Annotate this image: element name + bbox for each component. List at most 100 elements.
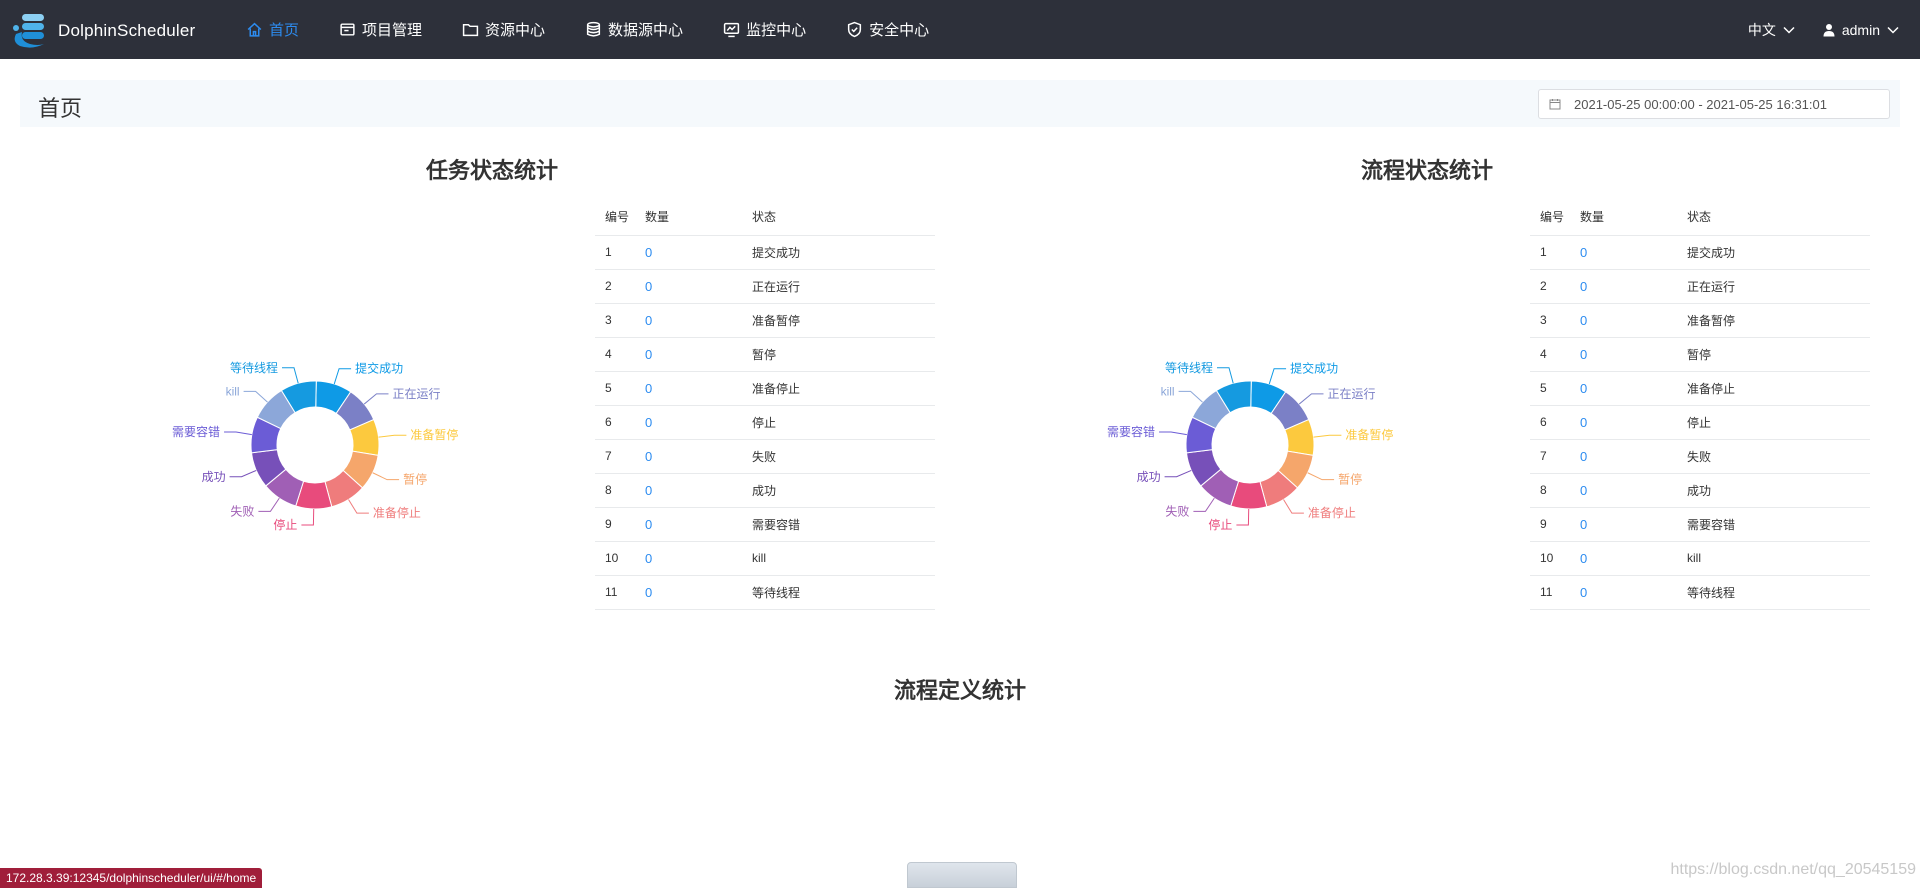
row-id-cell: 11 <box>595 575 635 610</box>
table-row: 5 0 准备停止 <box>1530 371 1870 406</box>
nav-item-label: 安全中心 <box>869 22 930 39</box>
row-count-link[interactable]: 0 <box>1570 337 1677 372</box>
nav-item-label: 首页 <box>269 22 300 39</box>
process-state-title: 流程状态统计 <box>1360 158 1493 183</box>
status-url: 172.28.3.39:12345/dolphinscheduler/ui/#/… <box>0 868 263 888</box>
row-count-link[interactable]: 0 <box>1570 473 1677 508</box>
row-state-cell: 需要容错 <box>742 507 935 542</box>
row-state-cell: 停止 <box>1677 405 1870 440</box>
row-state-cell: kill <box>1677 541 1870 576</box>
row-count-link[interactable]: 0 <box>635 507 742 542</box>
pie-leader-line <box>1268 368 1287 385</box>
row-state-cell: 暂停 <box>742 337 935 372</box>
pie-label: 成功 <box>1137 470 1161 484</box>
chevron-down-icon <box>1783 26 1795 34</box>
pie-leader-line <box>224 431 252 436</box>
nav-item-project[interactable]: 项目管理 <box>339 0 422 59</box>
folder-icon <box>462 23 479 37</box>
date-range-value: 2021-05-25 00:00:00 - 2021-05-25 16:31:0… <box>1574 96 1827 112</box>
column-header-state: 状态 <box>1677 199 1870 236</box>
column-header-id: 编号 <box>1530 199 1570 236</box>
user-dropdown[interactable]: admin <box>1822 22 1900 38</box>
nav-item-security[interactable]: 安全中心 <box>846 0 929 59</box>
row-state-cell: 暂停 <box>1677 337 1870 372</box>
top-navbar: DolphinScheduler 首页 项目管理 资源中心 数据源中心 监控中心… <box>0 0 1920 59</box>
table-row: 10 0 kill <box>595 541 935 576</box>
row-count-link[interactable]: 0 <box>635 235 742 270</box>
language-dropdown[interactable]: 中文 <box>1748 20 1796 40</box>
pie-label: kill <box>226 384 240 398</box>
row-count-link[interactable]: 0 <box>635 269 742 304</box>
row-id-cell: 7 <box>595 439 635 474</box>
row-id-cell: 6 <box>1530 405 1570 440</box>
table-row: 6 0 停止 <box>595 405 935 440</box>
app-logo[interactable]: DolphinScheduler <box>10 12 195 50</box>
main-nav: 首页 项目管理 资源中心 数据源中心 监控中心 安全中心 <box>246 0 969 59</box>
pie-label: 成功 <box>202 470 226 484</box>
row-state-cell: 提交成功 <box>1677 235 1870 270</box>
row-state-cell: 需要容错 <box>1677 507 1870 542</box>
table-header-row: 编号 数量 状态 <box>1530 199 1870 236</box>
nav-item-monitor[interactable]: 监控中心 <box>723 0 806 59</box>
right-nav: 中文 admin <box>1722 0 1900 59</box>
pie-label: 准备暂停 <box>1345 427 1393 442</box>
row-count-link[interactable]: 0 <box>1570 371 1677 406</box>
row-state-cell: 准备暂停 <box>742 303 935 338</box>
row-state-cell: 等待线程 <box>1677 575 1870 610</box>
row-count-link[interactable]: 0 <box>635 439 742 474</box>
table-row: 4 0 暂停 <box>595 337 935 372</box>
row-count-link[interactable]: 0 <box>635 405 742 440</box>
pie-label: 需要容错 <box>1107 424 1155 439</box>
table-row: 1 0 提交成功 <box>595 235 935 270</box>
row-count-link[interactable]: 0 <box>1570 303 1677 338</box>
table-row: 2 0 正在运行 <box>1530 269 1870 304</box>
row-count-link[interactable]: 0 <box>635 473 742 508</box>
row-id-cell: 9 <box>1530 507 1570 542</box>
nav-item-datasource[interactable]: 数据源中心 <box>585 0 683 59</box>
table-row: 9 0 需要容错 <box>1530 507 1870 542</box>
nav-item-home[interactable]: 首页 <box>246 0 299 59</box>
pie-label: 正在运行 <box>392 387 440 401</box>
pie-label: 需要容错 <box>172 424 220 439</box>
column-header-count: 数量 <box>635 199 742 236</box>
pie-leader-line <box>348 499 369 514</box>
table-header-row: 编号 数量 状态 <box>595 199 935 236</box>
pie-leader-line <box>1283 499 1304 514</box>
row-id-cell: 1 <box>595 235 635 270</box>
row-count-link[interactable]: 0 <box>1570 235 1677 270</box>
row-id-cell: 3 <box>1530 303 1570 338</box>
row-count-link[interactable]: 0 <box>1570 439 1677 474</box>
row-id-cell: 6 <box>595 405 635 440</box>
row-count-link[interactable]: 0 <box>635 541 742 576</box>
column-header-state: 状态 <box>742 199 935 236</box>
row-state-cell: 正在运行 <box>1677 269 1870 304</box>
date-range-picker[interactable]: 2021-05-25 00:00:00 - 2021-05-25 16:31:0… <box>1538 89 1890 119</box>
row-count-link[interactable]: 0 <box>635 371 742 406</box>
table-row: 2 0 正在运行 <box>595 269 935 304</box>
row-count-link[interactable]: 0 <box>1570 269 1677 304</box>
row-count-link[interactable]: 0 <box>635 303 742 338</box>
pie-leader-line <box>1217 367 1234 384</box>
row-state-cell: 提交成功 <box>742 235 935 270</box>
row-id-cell: 4 <box>1530 337 1570 372</box>
pie-label: 等待线程 <box>230 360 278 375</box>
pie-leader-line <box>282 367 299 384</box>
row-id-cell: 5 <box>595 371 635 406</box>
pie-leader-line <box>372 472 400 481</box>
pie-label: 暂停 <box>403 472 427 487</box>
nav-item-resource[interactable]: 资源中心 <box>462 0 545 59</box>
table-row: 3 0 准备暂停 <box>595 303 935 338</box>
row-count-link[interactable]: 0 <box>1570 405 1677 440</box>
row-count-link[interactable]: 0 <box>1570 575 1677 610</box>
table-row: 6 0 停止 <box>1530 405 1870 440</box>
pie-leader-line <box>363 393 389 405</box>
pie-label: kill <box>1161 384 1175 398</box>
process-definition-title: 流程定义统计 <box>893 678 1026 703</box>
column-header-id: 编号 <box>595 199 635 236</box>
user-name: admin <box>1841 21 1880 38</box>
row-count-link[interactable]: 0 <box>1570 541 1677 576</box>
row-count-link[interactable]: 0 <box>635 575 742 610</box>
row-count-link[interactable]: 0 <box>635 337 742 372</box>
row-id-cell: 3 <box>595 303 635 338</box>
row-count-link[interactable]: 0 <box>1570 507 1677 542</box>
